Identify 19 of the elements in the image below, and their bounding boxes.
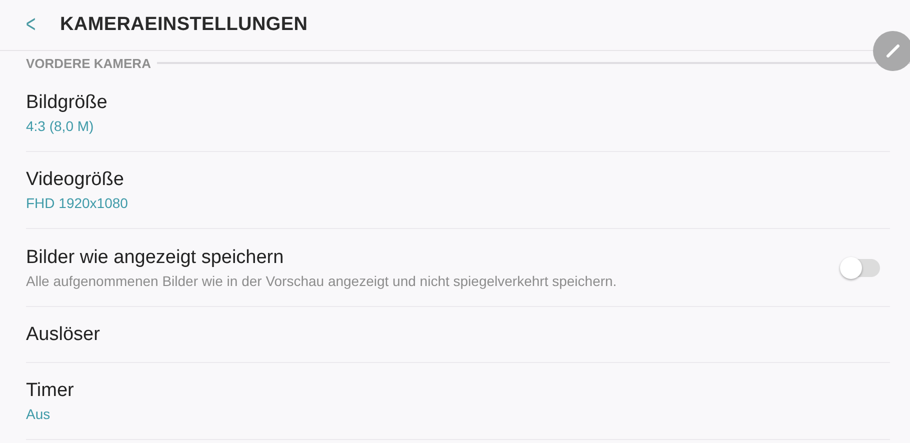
setting-title: Auslöser <box>26 324 101 346</box>
toggle-switch[interactable] <box>842 258 880 276</box>
settings-item[interactable]: Bilder wie angezeigt speichern Alle aufgenommenen Bilder wie in der Vorschau angezeigt und nicht spiegelverkehrt speichern. <box>26 229 890 307</box>
setting-title: Bildgröße <box>26 92 108 114</box>
page-title: KAMERAEINSTELLUNGEN <box>60 14 308 36</box>
setting-description: Alle aufgenommenen Bilder wie in der Vorschau angezeigt und nicht spiegelverkehrt speichern. <box>26 272 618 288</box>
setting-value: 4:3 (8,0 M) <box>26 118 95 134</box>
setting-value: Aus <box>26 406 52 422</box>
setting-title: Bilder wie angezeigt speichern <box>26 246 285 268</box>
section-title: VORDERE KAMERA <box>26 56 151 70</box>
settings-item[interactable]: Bildgröße 4:3 (8,0 M) <box>26 75 890 152</box>
settings-item[interactable]: Auslöser <box>26 307 890 363</box>
pencil-icon <box>885 43 901 59</box>
settings-item[interactable]: Timer Aus <box>26 363 890 440</box>
edit-button[interactable] <box>873 31 910 71</box>
setting-value: FHD 1920x1080 <box>26 195 129 211</box>
setting-title: Timer <box>26 380 75 402</box>
setting-title: Videogröße <box>26 169 125 191</box>
settings-item[interactable]: Videogröße FHD 1920x1080 <box>26 152 890 229</box>
